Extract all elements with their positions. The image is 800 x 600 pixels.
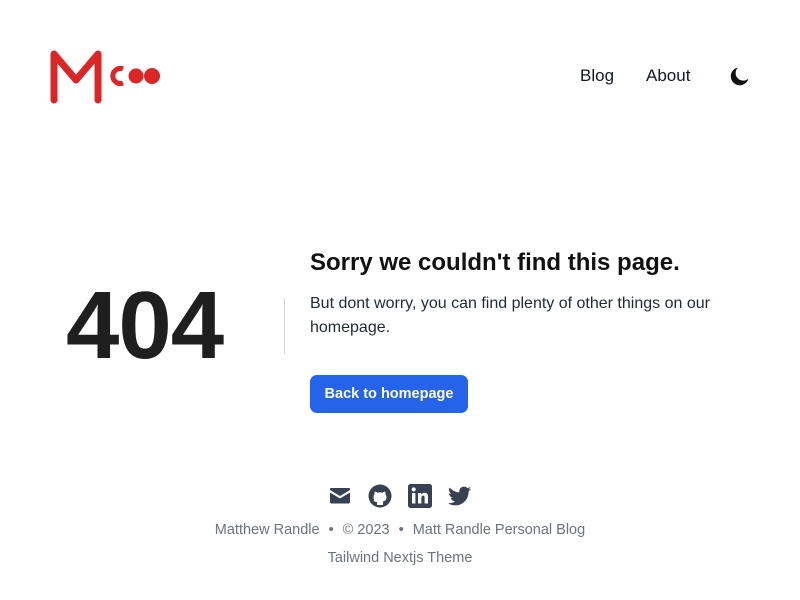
nav-link-about[interactable]: About	[646, 64, 690, 88]
site-header: Blog About	[0, 0, 800, 150]
twitter-link[interactable]	[447, 483, 473, 509]
footer-credits: Matthew Randle • © 2023 • Matt Randle Person…	[0, 520, 800, 540]
footer-theme-credit: Tailwind Nextjs Theme	[0, 548, 800, 568]
error-message: But dont worry, you can find plenty of o…	[310, 295, 710, 336]
linkedin-icon	[408, 484, 432, 508]
theme-credit-link[interactable]: Tailwind Nextjs Theme	[328, 550, 473, 566]
linkedin-link[interactable]	[407, 483, 433, 509]
footer-separator: •	[328, 522, 334, 538]
footer-author: Matthew Randle	[214, 522, 320, 538]
mail-link[interactable]	[327, 483, 353, 509]
main-nav: Blog About	[0, 64, 800, 88]
social-links	[0, 483, 800, 509]
nav-link-blog[interactable]: Blog	[580, 64, 614, 88]
back-to-homepage-button[interactable]: Back to homepage	[310, 375, 468, 413]
page: Blog About 404 Sorry we couldn't find th…	[0, 0, 800, 600]
page-title: Sorry we couldn't find this page.	[310, 249, 680, 276]
moon-icon	[730, 67, 749, 86]
github-icon	[368, 484, 392, 508]
footer-site-title-link[interactable]: Matt Randle Personal Blog	[413, 522, 586, 538]
error-code: 404	[66, 272, 224, 379]
github-link[interactable]	[367, 483, 393, 509]
mail-icon	[330, 488, 350, 504]
footer-separator: •	[398, 522, 404, 538]
twitter-icon	[448, 486, 471, 506]
vertical-divider	[284, 298, 285, 354]
theme-toggle-button[interactable]	[728, 64, 752, 88]
footer-copyright: © 2023	[342, 522, 390, 538]
error-content: Sorry we couldn't find this page. But do…	[310, 246, 760, 413]
